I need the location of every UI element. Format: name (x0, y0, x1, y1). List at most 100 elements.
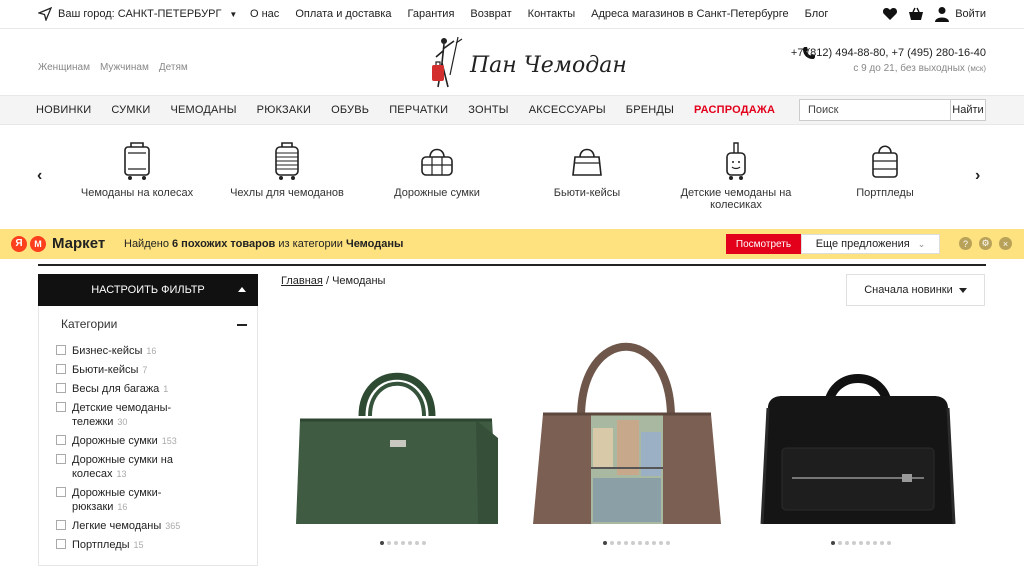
close-icon[interactable]: × (999, 237, 1012, 250)
phone-numbers: +7 (812) 494-88-80, +7 (495) 280-16-40 с… (791, 47, 986, 74)
checkbox[interactable] (56, 345, 66, 355)
search-button[interactable]: Найти (950, 100, 985, 120)
top-link-blog[interactable]: Блог (805, 8, 829, 20)
filter-checkbox-item[interactable]: Бьюти-кейсы 7 (56, 363, 251, 377)
filter-toggle-button[interactable]: НАСТРОИТЬ ФИЛЬТР (38, 274, 258, 306)
top-link-about[interactable]: О нас (250, 8, 279, 20)
nav-umbrellas[interactable]: ЗОНТЫ (468, 104, 508, 116)
top-links: О нас Оплата и доставка Гарантия Возврат… (250, 8, 844, 20)
category-label: Детские чемоданы на колесиках (680, 187, 792, 211)
search-box: Найти (799, 99, 986, 121)
checkbox[interactable] (56, 402, 66, 412)
category-garment-bags[interactable]: Портпледы (820, 141, 950, 199)
top-link-stores[interactable]: Адреса магазинов в Санкт-Петербурге (591, 8, 788, 20)
market-m-icon: М (30, 235, 46, 252)
market-found-category: Чемоданы (345, 238, 404, 250)
filter-item-label: Легкие чемоданы (72, 520, 162, 532)
category-travel-bags[interactable]: Дорожные сумки (372, 141, 502, 199)
checkbox[interactable] (56, 539, 66, 549)
market-logo[interactable]: Я М Маркет (11, 235, 105, 252)
top-link-contacts[interactable]: Контакты (528, 8, 576, 20)
gender-women[interactable]: Женщинам (38, 62, 90, 73)
collapse-minus-icon[interactable] (237, 324, 247, 326)
product-image-black-bag[interactable] (752, 328, 964, 534)
nav-suitcases[interactable]: ЧЕМОДАНЫ (170, 104, 236, 116)
nav-shoes[interactable]: ОБУВЬ (331, 104, 369, 116)
category-kids-suitcases[interactable]: Детские чемоданы на колесиках (671, 141, 801, 211)
city-selector[interactable]: Ваш город: САНКТ-ПЕТЕРБУРГ ▼ (38, 7, 237, 21)
filter-item-count: 1 (163, 384, 169, 394)
logo-text: Пан Чемодан (470, 53, 627, 78)
category-covers[interactable]: Чехлы для чемоданов (222, 141, 352, 199)
checkbox[interactable] (56, 435, 66, 445)
product-image-dots[interactable] (380, 541, 426, 545)
site-logo[interactable]: Пан Чемодан (428, 35, 627, 91)
chevron-down-icon: ▼ (229, 9, 238, 19)
product-image-dots[interactable] (603, 541, 670, 545)
login-label: Войти (955, 8, 986, 20)
market-more-dropdown[interactable]: Еще предложения ⌄ (801, 234, 940, 254)
filter-item-label: Портпледы (72, 539, 130, 551)
nav-accessories[interactable]: АКСЕССУАРЫ (529, 104, 606, 116)
chevron-right-icon[interactable]: › (975, 167, 980, 185)
product-card[interactable] (292, 328, 504, 538)
heart-icon[interactable] (882, 6, 898, 22)
nav-brands[interactable]: БРЕНДЫ (626, 104, 674, 116)
top-link-payment[interactable]: Оплата и доставка (295, 8, 391, 20)
suitcase-icon (124, 142, 150, 180)
settings-icon[interactable]: ⚙ (979, 237, 992, 250)
product-image-green-bag[interactable] (292, 328, 504, 534)
filter-checkbox-item[interactable]: Дорожные сумки на колесах 13 (56, 453, 251, 481)
market-view-button[interactable]: Посмотреть (726, 234, 801, 254)
product-card[interactable] (752, 328, 964, 538)
category-beauty-cases[interactable]: Бьюти-кейсы (522, 141, 652, 199)
market-more-label: Еще предложения (815, 238, 910, 250)
filter-item-label: Бизнес-кейсы (72, 345, 143, 357)
category-suitcases[interactable]: Чемоданы на колесах (72, 141, 202, 199)
login-button[interactable]: Войти (934, 6, 986, 22)
filter-item-label: Дорожные сумки (72, 435, 158, 447)
checkbox[interactable] (56, 520, 66, 530)
nav-bags[interactable]: СУМКИ (111, 104, 150, 116)
filter-checkbox-item[interactable]: Детские чемоданы-тележки 30 (56, 401, 251, 429)
market-name: Маркет (52, 235, 106, 252)
main-nav: НОВИНКИ СУМКИ ЧЕМОДАНЫ РЮКЗАКИ ОБУВЬ ПЕР… (0, 95, 1024, 125)
checkbox[interactable] (56, 454, 66, 464)
breadcrumb: Главная / Чемоданы (281, 275, 385, 287)
phone-list[interactable]: +7 (812) 494-88-80, +7 (495) 280-16-40 (791, 47, 986, 59)
nav-sale[interactable]: РАСПРОДАЖА (694, 104, 775, 116)
checkbox[interactable] (56, 383, 66, 393)
help-icon[interactable]: ? (959, 237, 972, 250)
sort-dropdown[interactable]: Сначала новинки (846, 274, 985, 306)
nav-gloves[interactable]: ПЕРЧАТКИ (389, 104, 448, 116)
cart-icon[interactable] (908, 6, 924, 22)
checkbox[interactable] (56, 487, 66, 497)
top-link-warranty[interactable]: Гарантия (408, 8, 455, 20)
gender-men[interactable]: Мужчинам (100, 62, 149, 73)
filter-section-title[interactable]: Категории (61, 317, 117, 331)
gender-links: Женщинам Мужчинам Детям (38, 62, 188, 73)
gender-kids[interactable]: Детям (159, 62, 188, 73)
filter-checkbox-item[interactable]: Легкие чемоданы 365 (56, 519, 251, 533)
top-bar: Ваш город: САНКТ-ПЕТЕРБУРГ ▼ О нас Оплат… (0, 0, 1024, 29)
filter-checkbox-item[interactable]: Дорожные сумки 153 (56, 434, 251, 448)
beauty-case-icon (572, 148, 602, 176)
filter-checkbox-item[interactable]: Бизнес-кейсы 16 (56, 344, 251, 358)
chevron-left-icon[interactable]: ‹ (37, 167, 42, 185)
filter-checkbox-item[interactable]: Портпледы 15 (56, 538, 251, 552)
caret-down-icon (958, 287, 967, 293)
product-card[interactable] (521, 328, 733, 538)
category-label: Дорожные сумки (394, 187, 480, 199)
product-image-dots[interactable] (831, 541, 891, 545)
category-label: Чехлы для чемоданов (230, 187, 344, 199)
nav-backpacks[interactable]: РЮКЗАКИ (257, 104, 311, 116)
filter-checkbox-item[interactable]: Дорожные сумки-рюкзаки 16 (56, 486, 251, 514)
checkbox[interactable] (56, 364, 66, 374)
product-image-printed-bag[interactable] (521, 328, 733, 534)
filter-checkbox-item[interactable]: Весы для багажа 1 (56, 382, 251, 396)
nav-new[interactable]: НОВИНКИ (36, 104, 91, 116)
breadcrumb-home[interactable]: Главная (281, 275, 323, 287)
search-input[interactable] (800, 100, 950, 120)
top-link-return[interactable]: Возврат (470, 8, 511, 20)
filter-item-count: 365 (165, 521, 181, 531)
